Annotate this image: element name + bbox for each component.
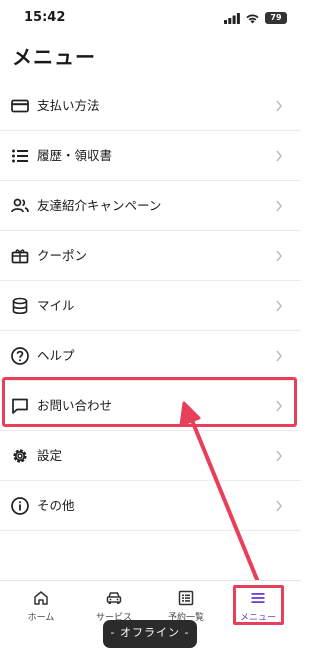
annotation-arrow: [179, 401, 260, 584]
menu-tab-highlight-box: [233, 585, 284, 625]
car-icon: [106, 592, 122, 604]
offline-banner: - オフライン -: [103, 620, 197, 648]
reservation-list-icon: [178, 590, 194, 606]
tab-label: ホーム: [27, 613, 55, 623]
tab-home[interactable]: ホーム: [5, 589, 77, 629]
home-icon: [34, 591, 48, 605]
